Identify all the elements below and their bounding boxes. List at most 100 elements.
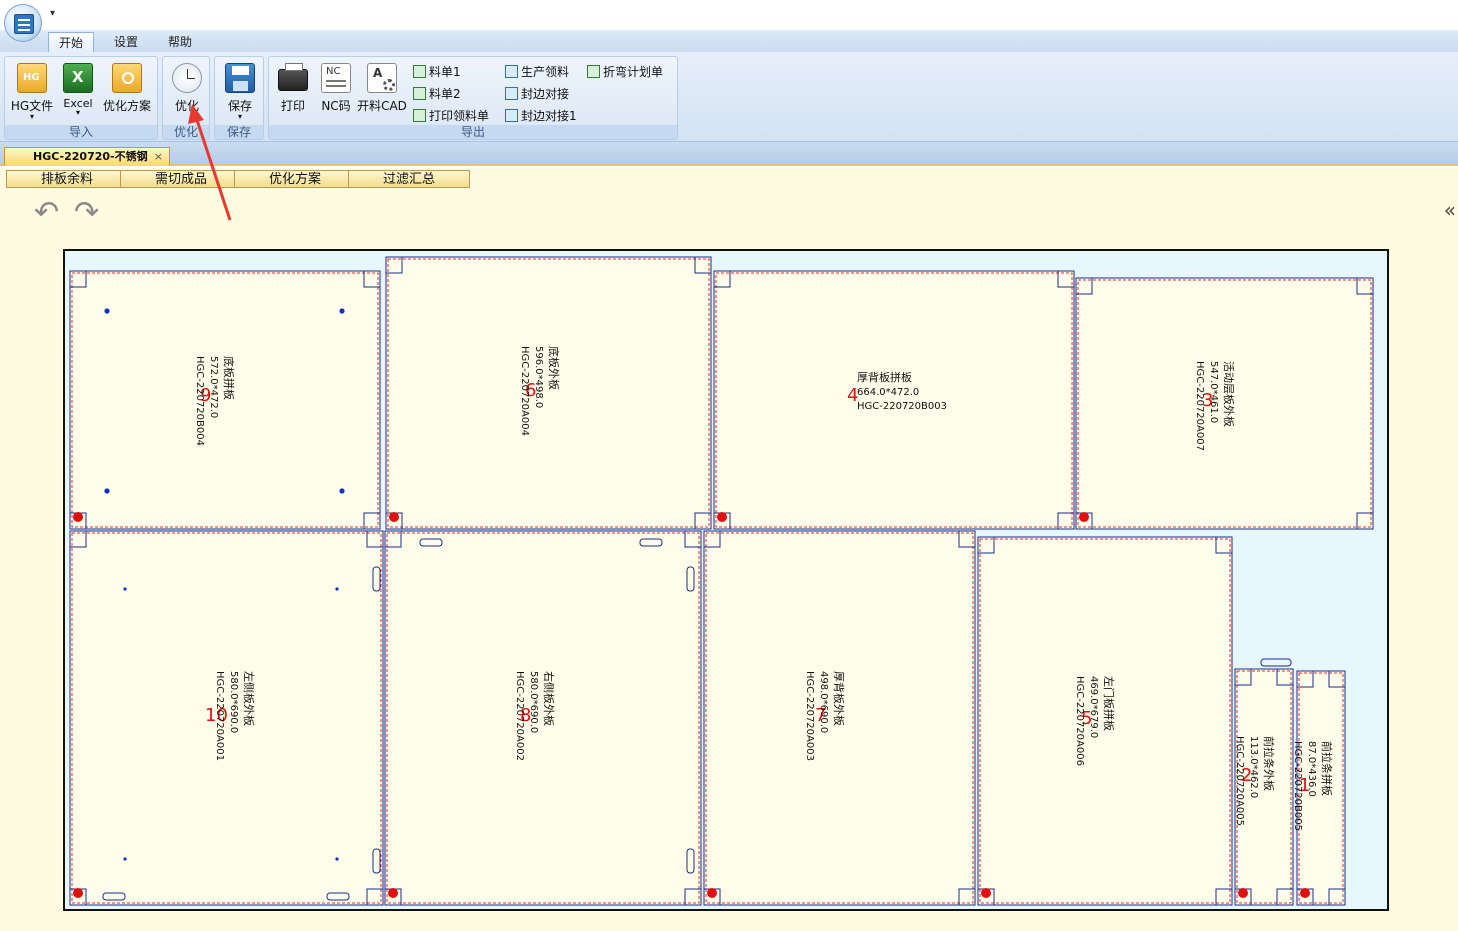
- collapse-panel-icon[interactable]: «: [1444, 198, 1456, 222]
- nc-code-button[interactable]: NC NC码: [317, 61, 355, 121]
- part-code: HGC-220720A004: [519, 346, 530, 436]
- hg-folder-icon: HG: [17, 63, 47, 93]
- part-name: 右侧板外板: [542, 671, 556, 726]
- part-5[interactable]: 5 左门板拼板469.0*679.0HGC-220720A006: [977, 536, 1233, 906]
- part-size: 87.0*436.0: [1306, 741, 1317, 797]
- document-tab[interactable]: HGC-220720-不锈钢 ×: [4, 147, 170, 166]
- slot: [1260, 658, 1292, 667]
- group-export-label: 导出: [269, 125, 677, 139]
- cutting-cad-button[interactable]: A 开料CAD: [357, 61, 407, 121]
- ribbon: HG HG文件 ▾ X Excel ▾ 优化方案 导入 优化 优化 保存 ▾ 保…: [0, 52, 1458, 142]
- part-2[interactable]: 2 前拉条外板113.0*462.0HGC-220720A005: [1234, 668, 1294, 906]
- drill-hole: [339, 308, 345, 314]
- undo-icon[interactable]: ↶: [34, 198, 68, 228]
- redo-icon[interactable]: ↷: [74, 198, 108, 228]
- part-9[interactable]: 9 底板拼板572.0*472.0HGC-220720B004: [69, 270, 381, 530]
- group-import-label: 导入: [5, 125, 157, 139]
- tab-optimization-plan[interactable]: 优化方案: [234, 170, 356, 188]
- application-menu-button[interactable]: [4, 4, 42, 42]
- drill-hole: [123, 857, 127, 861]
- nesting-diagram: 9 底板拼板572.0*472.0HGC-220720B004 6底板外板596.0…: [69, 256, 1374, 906]
- origin-marker: [1079, 512, 1089, 522]
- title-bar: ▾: [0, 0, 1458, 42]
- chart-icon: [505, 109, 518, 122]
- part-size: 596.0*498.0: [533, 346, 544, 408]
- bom1-button[interactable]: 料单1: [413, 63, 461, 81]
- drill-hole: [104, 488, 110, 494]
- origin-marker: [389, 512, 399, 522]
- part-6[interactable]: 6底板外板596.0*498.0HGC-220720A004: [385, 256, 712, 530]
- part-code: HGC-220720B003: [857, 401, 947, 412]
- production-picking-button[interactable]: 生产领料: [505, 63, 569, 81]
- part-code: HGC-220720B005: [1292, 741, 1303, 831]
- excel-button[interactable]: X Excel ▾: [59, 61, 97, 121]
- origin-marker: [73, 512, 83, 522]
- part-size: 113.0*462.0: [1248, 736, 1259, 798]
- bom2-button[interactable]: 料单2: [413, 85, 461, 103]
- part-8[interactable]: 8 右侧板外板580.0*690.0HGC-220720A002: [384, 530, 702, 906]
- part-name: 左门板拼板: [1102, 676, 1116, 731]
- quick-access-dropdown[interactable]: ▾: [50, 8, 55, 19]
- part-code: HGC-220720A007: [1194, 361, 1205, 451]
- origin-marker: [717, 512, 727, 522]
- folder-clock-icon: [112, 63, 142, 93]
- chart-icon: [505, 65, 518, 78]
- part-code: HGC-220720A006: [1074, 676, 1085, 766]
- part-code: HGC-220720A001: [214, 671, 225, 761]
- group-save: 保存 ▾ 保存: [214, 56, 264, 140]
- part-code: HGC-220720A003: [804, 671, 815, 761]
- drill-hole: [123, 587, 127, 591]
- tab-settings[interactable]: 设置: [104, 32, 148, 52]
- part-name: 底板拼板: [222, 356, 236, 400]
- part-name: 前拉条拼板: [1320, 741, 1334, 796]
- close-icon[interactable]: ×: [154, 148, 163, 166]
- excel-icon: X: [63, 63, 93, 93]
- optimization-plan-button[interactable]: 优化方案: [99, 61, 155, 121]
- part-size: 580.0*690.0: [528, 671, 539, 733]
- tab-filter-summary[interactable]: 过滤汇总: [348, 170, 470, 188]
- nc-document-icon: NC: [321, 63, 351, 93]
- part-code: HGC-220720B004: [194, 356, 205, 446]
- drill-hole: [104, 308, 110, 314]
- optimize-button[interactable]: 优化: [167, 61, 207, 121]
- part-10[interactable]: 10 左侧板外板580.0*690.0HGC-220720A001: [69, 530, 384, 906]
- save-button[interactable]: 保存 ▾: [220, 61, 260, 121]
- part-name: 底板外板: [547, 346, 561, 390]
- origin-marker: [707, 888, 717, 898]
- part-name: 活动层板外板: [1222, 361, 1236, 427]
- part-code: HGC-220720A005: [1234, 736, 1245, 826]
- part-size: 547.0*461.0: [1208, 361, 1219, 423]
- floppy-disk-icon: [225, 63, 255, 93]
- origin-marker: [1300, 888, 1310, 898]
- edge-banding-1-button[interactable]: 封边对接1: [505, 107, 577, 125]
- origin-marker: [388, 888, 398, 898]
- part-size: 572.0*472.0: [208, 356, 219, 418]
- part-4[interactable]: 4厚背板拼板664.0*472.0HGC-220720B003: [713, 270, 1075, 530]
- drill-hole: [335, 587, 339, 591]
- origin-marker: [73, 888, 83, 898]
- bending-plan-button[interactable]: 折弯计划单: [587, 63, 663, 81]
- part-size: 580.0*690.0: [228, 671, 239, 733]
- part-size: 469.0*679.0: [1088, 676, 1099, 738]
- part-1[interactable]: 1 前拉条拼板87.0*436.0HGC-220720B005: [1292, 670, 1346, 906]
- tab-start[interactable]: 开始: [48, 32, 95, 52]
- part-name: 前拉条外板: [1262, 736, 1276, 791]
- print-bom-button[interactable]: 打印领料单: [413, 107, 489, 125]
- origin-marker: [1238, 888, 1248, 898]
- cutting-layout-board: 9 底板拼板 572.0*472.0 HGC-220720B004 6 底板外板 596.0…: [63, 249, 1389, 911]
- part-7[interactable]: 7 厚背板外板498.0*690.0HGC-220720A003: [703, 530, 976, 906]
- tab-products-to-cut[interactable]: 需切成品: [120, 170, 242, 188]
- tab-help[interactable]: 帮助: [158, 32, 202, 52]
- part-name: 厚背板外板: [832, 671, 846, 726]
- group-save-label: 保存: [215, 125, 263, 139]
- excel-icon: [413, 109, 426, 122]
- part-3[interactable]: 3 活动层板外板547.0*461.0HGC-220720A007: [1075, 277, 1374, 530]
- part-size: 498.0*690.0: [818, 671, 829, 733]
- origin-marker: [981, 888, 991, 898]
- print-button[interactable]: 打印: [273, 61, 313, 121]
- hg-file-button[interactable]: HG HG文件 ▾: [9, 61, 55, 121]
- tab-board-remnant[interactable]: 排板余料: [6, 170, 128, 188]
- excel-icon: [587, 65, 600, 78]
- group-optimize: 优化 优化: [162, 56, 210, 140]
- edge-banding-button[interactable]: 封边对接: [505, 85, 569, 103]
